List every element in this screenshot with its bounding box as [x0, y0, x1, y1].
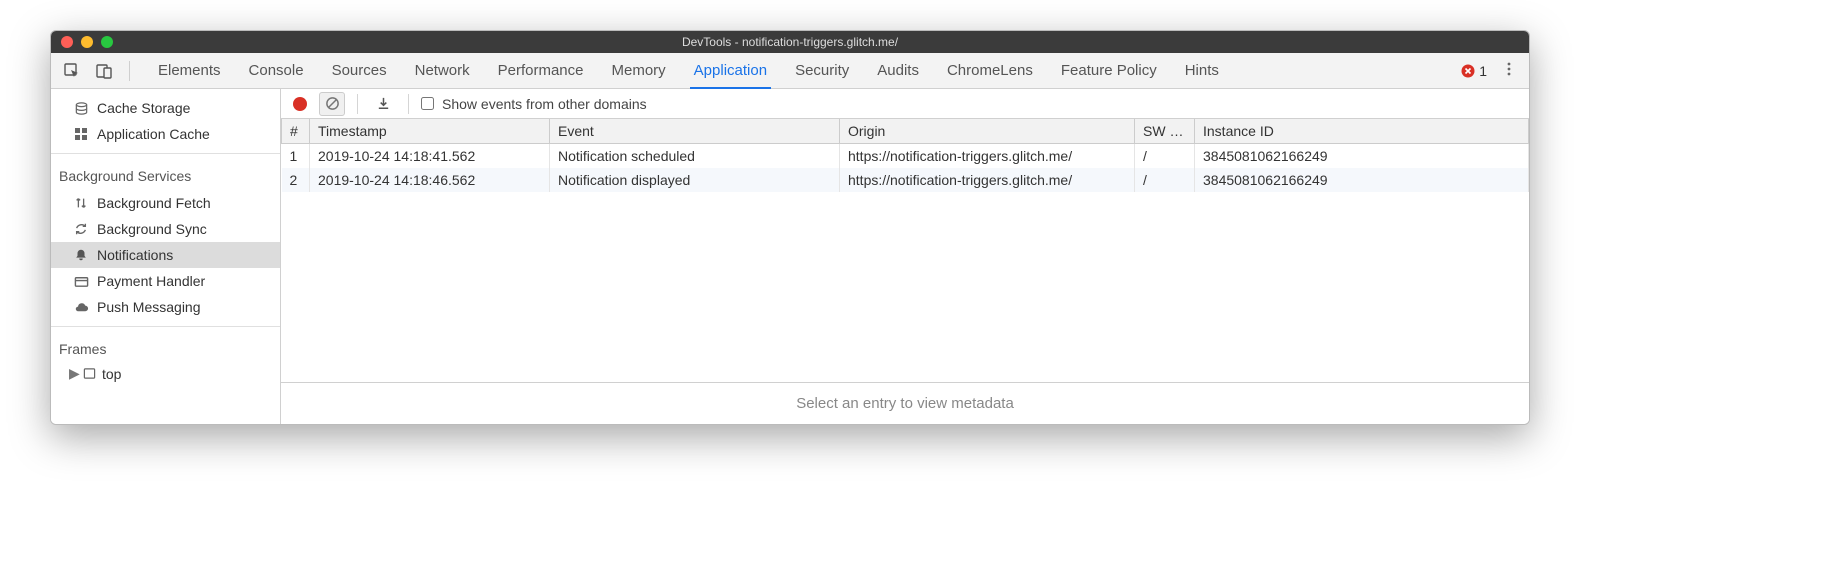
col-event[interactable]: Event	[550, 119, 840, 144]
close-window-button[interactable]	[61, 36, 73, 48]
device-toolbar-icon[interactable]	[89, 58, 119, 84]
table-header-row: # Timestamp Event Origin SW … Instance I…	[282, 119, 1529, 144]
sidebar-item-background-sync[interactable]: Background Sync	[51, 216, 280, 242]
tab-strip: Elements Console Sources Network Perform…	[51, 53, 1529, 89]
error-count-button[interactable]: 1	[1461, 63, 1493, 79]
database-icon	[73, 100, 89, 116]
cell-sw: /	[1135, 144, 1195, 169]
toolbar-separator	[357, 94, 358, 114]
sidebar-item-payment-handler[interactable]: Payment Handler	[51, 268, 280, 294]
inspect-element-icon[interactable]	[57, 58, 87, 84]
error-icon	[1461, 64, 1475, 78]
tab-performance[interactable]: Performance	[494, 54, 588, 88]
clear-icon	[325, 96, 340, 111]
col-instance-id[interactable]: Instance ID	[1195, 119, 1529, 144]
sidebar-item-frame-top[interactable]: ▶ top	[51, 361, 280, 386]
cell-origin: https://notification-triggers.glitch.me/	[840, 144, 1135, 169]
divider	[129, 61, 130, 81]
panel-body: Cache Storage Application Cache Backgrou…	[51, 89, 1529, 424]
tab-feature-policy[interactable]: Feature Policy	[1057, 54, 1161, 88]
sidebar-item-label: Push Messaging	[97, 299, 201, 315]
cell-instance-id: 3845081062166249	[1195, 168, 1529, 192]
tab-application[interactable]: Application	[690, 54, 771, 89]
sidebar-item-notifications[interactable]: Notifications	[51, 242, 280, 268]
sidebar-item-background-fetch[interactable]: Background Fetch	[51, 190, 280, 216]
main-panel: Show events from other domains # Timesta…	[281, 89, 1529, 424]
tab-hints[interactable]: Hints	[1181, 54, 1223, 88]
cell-index: 2	[282, 168, 310, 192]
minimize-window-button[interactable]	[81, 36, 93, 48]
table-row[interactable]: 1 2019-10-24 14:18:41.562 Notification s…	[282, 144, 1529, 169]
cell-instance-id: 3845081062166249	[1195, 144, 1529, 169]
tab-console[interactable]: Console	[245, 54, 308, 88]
cell-index: 1	[282, 144, 310, 169]
cell-timestamp: 2019-10-24 14:18:41.562	[310, 144, 550, 169]
sidebar-item-label: Application Cache	[97, 126, 210, 142]
tab-sources[interactable]: Sources	[328, 54, 391, 88]
swap-icon	[73, 195, 89, 211]
cell-event: Notification scheduled	[550, 144, 840, 169]
sidebar-item-cache-storage[interactable]: Cache Storage	[51, 95, 280, 121]
frame-label: top	[102, 366, 121, 382]
sidebar-item-label: Background Sync	[97, 221, 207, 237]
tab-chromelens[interactable]: ChromeLens	[943, 54, 1037, 88]
events-toolbar: Show events from other domains	[281, 89, 1529, 119]
cell-sw: /	[1135, 168, 1195, 192]
sidebar-item-label: Notifications	[97, 247, 173, 263]
cloud-icon	[73, 299, 89, 315]
tab-elements[interactable]: Elements	[154, 54, 225, 88]
devtools-window: DevTools - notification-triggers.glitch.…	[50, 30, 1530, 425]
tab-network[interactable]: Network	[411, 54, 474, 88]
maximize-window-button[interactable]	[101, 36, 113, 48]
details-placeholder: Select an entry to view metadata	[281, 383, 1529, 424]
cell-event: Notification displayed	[550, 168, 840, 192]
panel-tabs: Elements Console Sources Network Perform…	[140, 54, 1223, 88]
sidebar-group-title: Background Services	[51, 160, 280, 190]
sidebar-item-label: Cache Storage	[97, 100, 190, 116]
error-count: 1	[1479, 63, 1487, 79]
more-options-button[interactable]	[1495, 59, 1523, 82]
window-title: DevTools - notification-triggers.glitch.…	[51, 35, 1529, 49]
record-button[interactable]	[287, 92, 313, 116]
col-origin[interactable]: Origin	[840, 119, 1135, 144]
card-icon	[73, 273, 89, 289]
sidebar-item-push-messaging[interactable]: Push Messaging	[51, 294, 280, 320]
titlebar: DevTools - notification-triggers.glitch.…	[51, 31, 1529, 53]
sidebar-group-cache: Cache Storage Application Cache	[51, 89, 280, 154]
clear-button[interactable]	[319, 92, 345, 116]
checkbox-input[interactable]	[421, 97, 434, 110]
sidebar-item-application-cache[interactable]: Application Cache	[51, 121, 280, 147]
disclosure-triangle-icon[interactable]: ▶	[69, 365, 77, 382]
cell-timestamp: 2019-10-24 14:18:46.562	[310, 168, 550, 192]
grid-icon	[73, 126, 89, 142]
col-index[interactable]: #	[282, 119, 310, 144]
sidebar-item-label: Payment Handler	[97, 273, 205, 289]
sidebar-item-label: Background Fetch	[97, 195, 211, 211]
events-table: # Timestamp Event Origin SW … Instance I…	[281, 119, 1529, 383]
toolbar-separator	[408, 94, 409, 114]
sidebar-group-title: Frames	[51, 333, 280, 361]
tab-memory[interactable]: Memory	[608, 54, 670, 88]
tab-security[interactable]: Security	[791, 54, 853, 88]
sidebar-group-background-services: Background Services Background Fetch Bac…	[51, 154, 280, 327]
col-sw-scope[interactable]: SW …	[1135, 119, 1195, 144]
download-icon	[376, 96, 391, 111]
tab-audits[interactable]: Audits	[873, 54, 923, 88]
sync-icon	[73, 221, 89, 237]
show-other-domains-checkbox[interactable]: Show events from other domains	[421, 96, 647, 112]
col-timestamp[interactable]: Timestamp	[310, 119, 550, 144]
application-sidebar: Cache Storage Application Cache Backgrou…	[51, 89, 281, 424]
download-button[interactable]	[370, 92, 396, 116]
kebab-icon	[1501, 61, 1517, 77]
record-icon	[293, 97, 307, 111]
checkbox-label: Show events from other domains	[442, 96, 647, 112]
frame-icon	[83, 367, 96, 380]
bell-icon	[73, 247, 89, 263]
cell-origin: https://notification-triggers.glitch.me/	[840, 168, 1135, 192]
traffic-lights	[51, 36, 113, 48]
sidebar-group-frames: Frames ▶ top	[51, 327, 280, 392]
table-row[interactable]: 2 2019-10-24 14:18:46.562 Notification d…	[282, 168, 1529, 192]
